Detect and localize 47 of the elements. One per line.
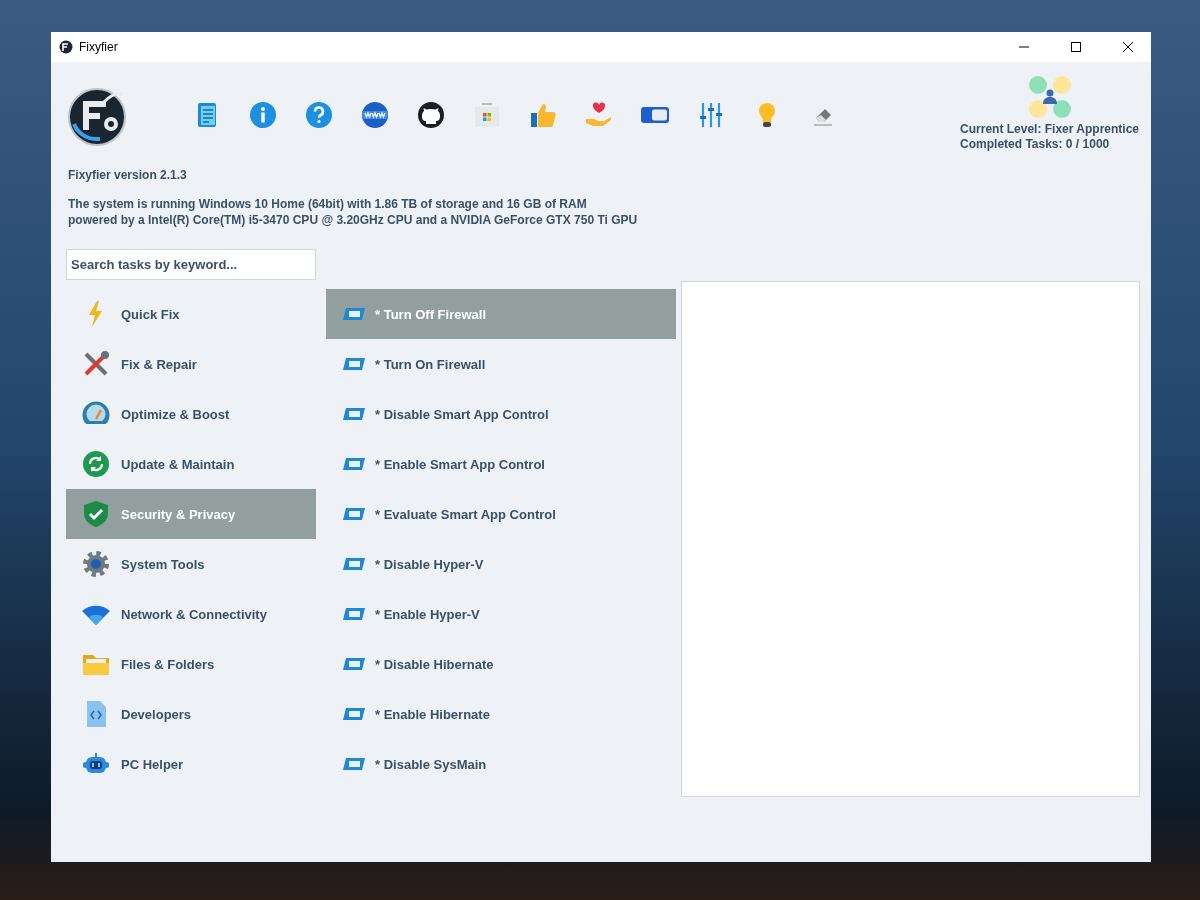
- app-logo-icon: [59, 40, 73, 54]
- category-item[interactable]: Fix & Repair: [66, 339, 316, 389]
- task-item[interactable]: * Evaluate Smart App Control: [326, 489, 676, 539]
- task-item[interactable]: * Enable Hibernate: [326, 689, 676, 739]
- cat-silhouette-icon[interactable]: [416, 100, 446, 130]
- toggle-icon: [341, 456, 365, 472]
- team-icon: [1026, 74, 1073, 120]
- category-item[interactable]: Quick Fix: [66, 289, 316, 339]
- help-icon[interactable]: [304, 100, 334, 130]
- toggle-icon: [341, 656, 365, 672]
- completed-tasks-text: Completed Tasks: 0 / 1000: [960, 137, 1111, 152]
- category-item[interactable]: PC Helper: [66, 739, 316, 789]
- task-item[interactable]: * Enable Smart App Control: [326, 439, 676, 489]
- toggle-icon: [341, 606, 365, 622]
- toggle-icon: [341, 306, 365, 322]
- version-text: Fixyfier version 2.1.3: [68, 168, 188, 182]
- window-title: Fixyfier: [79, 40, 119, 54]
- close-icon: [1123, 42, 1133, 52]
- shield-check-icon: [81, 499, 111, 529]
- refresh-icon: [81, 449, 111, 479]
- category-item[interactable]: Optimize & Boost: [66, 389, 316, 439]
- toggle-icon: [341, 756, 365, 772]
- search-field[interactable]: Search tasks by keyword...: [66, 249, 316, 280]
- gear-icon: [81, 549, 111, 579]
- category-item[interactable]: Developers: [66, 689, 316, 739]
- toggle-icon: [341, 506, 365, 522]
- current-level-text: Current Level: Fixer Apprentice: [960, 122, 1139, 137]
- system-info-text: powered by a Intel(R) Core(TM) i5-3470 CPU @ 3.20GHz CPU and a NVIDIA GeForce GTX 750 Ti GPU: [68, 212, 639, 228]
- task-item[interactable]: * Disable Hyper-V: [326, 539, 676, 589]
- toggle-icon: [341, 556, 365, 572]
- category-item[interactable]: Network & Connectivity: [66, 589, 316, 639]
- store-icon[interactable]: [472, 100, 502, 130]
- task-item[interactable]: * Turn On Firewall: [326, 339, 676, 389]
- category-item[interactable]: System Tools: [66, 539, 316, 589]
- task-item[interactable]: * Disable Smart App Control: [326, 389, 676, 439]
- category-item[interactable]: Update & Maintain: [66, 439, 316, 489]
- task-item[interactable]: * Disable SysMain: [326, 739, 676, 789]
- toggle-icon: [341, 356, 365, 372]
- globe-icon[interactable]: [360, 100, 390, 130]
- info-icon[interactable]: [248, 100, 278, 130]
- category-item[interactable]: Files & Folders: [66, 639, 316, 689]
- task-item[interactable]: * Disable Hibernate: [326, 639, 676, 689]
- toggle-icon: [341, 706, 365, 722]
- system-info-text: The system is running Windows 10 Home (64bit) with 1.86 TB of storage and 16 GB of RAM: [68, 196, 588, 212]
- maximize-icon: [1071, 42, 1081, 52]
- task-item[interactable]: * Enable Hyper-V: [326, 589, 676, 639]
- toggle-icon: [341, 406, 365, 422]
